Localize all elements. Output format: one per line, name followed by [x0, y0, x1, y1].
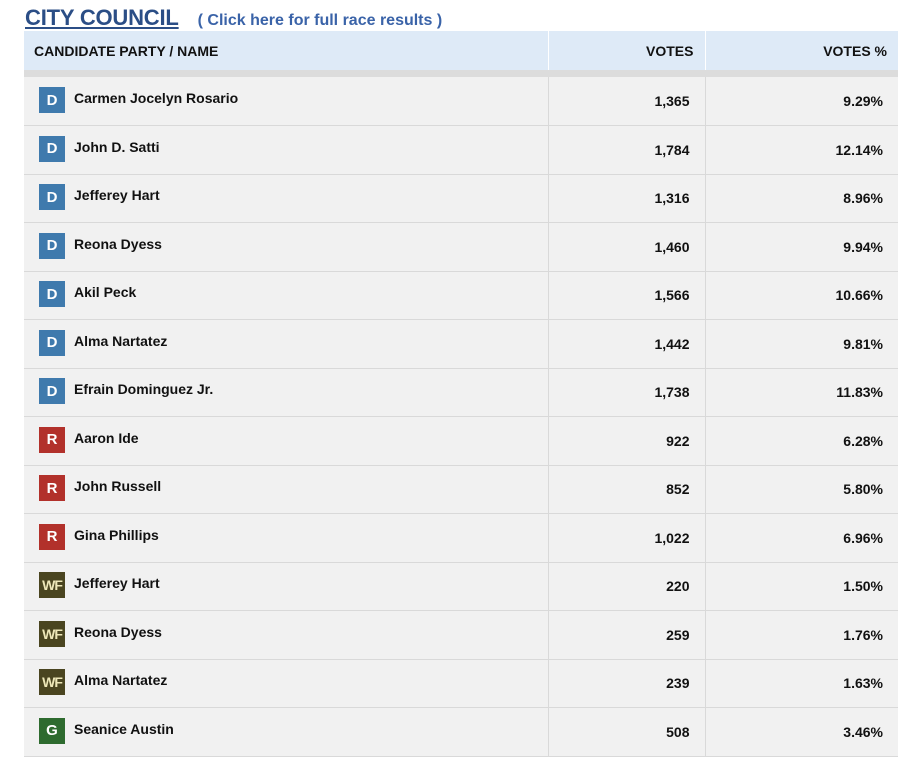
- candidate-name-cell: D Alma Nartatez: [24, 319, 549, 369]
- votes-cell: 1,566: [548, 271, 706, 320]
- votes-pct-cell: 9.94%: [705, 222, 898, 272]
- candidate-name: Reona Dyess: [74, 235, 162, 252]
- party-badge: R: [39, 523, 65, 550]
- party-badge: WF: [39, 572, 65, 599]
- candidate-name: Efrain Dominguez Jr.: [74, 381, 214, 398]
- votes-cell: 1,022: [548, 513, 706, 563]
- results-body: D Carmen Jocelyn Rosario 1,365 9.29% D John D…: [24, 70, 898, 757]
- votes-pct-cell: 6.96%: [705, 513, 898, 563]
- candidate-name: John D. Satti: [74, 138, 160, 155]
- column-header-pct: VOTES %: [705, 31, 898, 70]
- candidate-name-cell: D Efrain Dominguez Jr.: [24, 368, 549, 417]
- votes-pct-cell: 10.66%: [705, 271, 898, 320]
- votes-pct-cell: 6.28%: [705, 416, 898, 466]
- header-divider: [24, 70, 898, 77]
- table-header-row: CANDIDATE PARTY / NAME VOTES VOTES %: [24, 31, 898, 70]
- votes-pct-cell: 1.50%: [705, 562, 898, 611]
- table-row: D Jefferey Hart 1,316 8.96%: [24, 174, 898, 223]
- votes-cell: 1,316: [548, 174, 706, 223]
- candidate-name: Seanice Austin: [74, 720, 174, 737]
- votes-pct-cell: 1.76%: [705, 610, 898, 660]
- votes-cell: 1,442: [548, 319, 706, 369]
- table-row: R Aaron Ide 922 6.28%: [24, 416, 898, 466]
- party-badge: R: [39, 475, 65, 502]
- full-results-link[interactable]: ( Click here for full race results ): [198, 12, 443, 30]
- table-row: D Reona Dyess 1,460 9.94%: [24, 222, 898, 272]
- party-badge: D: [39, 378, 65, 405]
- votes-cell: 1,784: [548, 125, 706, 175]
- votes-cell: 852: [548, 465, 706, 514]
- votes-cell: 1,738: [548, 368, 706, 417]
- race-header: CITY COUNCIL ( Click here for full race …: [25, 5, 442, 31]
- candidate-name-cell: R John Russell: [24, 465, 549, 514]
- candidate-name-cell: D Reona Dyess: [24, 222, 549, 272]
- party-badge: WF: [39, 669, 65, 696]
- party-badge: D: [39, 135, 65, 162]
- party-badge: R: [39, 426, 65, 453]
- candidate-name-cell: R Aaron Ide: [24, 416, 549, 466]
- votes-cell: 1,460: [548, 222, 706, 272]
- party-badge: D: [39, 184, 65, 211]
- candidate-name-cell: D Akil Peck: [24, 271, 549, 320]
- votes-cell: 922: [548, 416, 706, 466]
- party-badge: D: [39, 232, 65, 259]
- table-row: WF Jefferey Hart 220 1.50%: [24, 562, 898, 611]
- votes-cell: 259: [548, 610, 706, 660]
- race-title-link[interactable]: CITY COUNCIL: [25, 5, 179, 31]
- party-badge: WF: [39, 620, 65, 647]
- candidate-name: Jefferey Hart: [74, 187, 160, 204]
- candidate-name: Alma Nartatez: [74, 672, 168, 689]
- table-row: R John Russell 852 5.80%: [24, 465, 898, 514]
- table-row: R Gina Phillips 1,022 6.96%: [24, 513, 898, 563]
- votes-pct-cell: 1.63%: [705, 659, 898, 708]
- column-header-name: CANDIDATE PARTY / NAME: [24, 31, 549, 70]
- results-table: CANDIDATE PARTY / NAME VOTES VOTES % D Ca…: [24, 31, 898, 757]
- candidate-name: Akil Peck: [74, 284, 137, 301]
- votes-pct-cell: 8.96%: [705, 174, 898, 223]
- party-badge: D: [39, 281, 65, 308]
- party-badge: D: [39, 87, 65, 113]
- candidate-name-cell: R Gina Phillips: [24, 513, 549, 563]
- candidate-name: John Russell: [74, 478, 162, 495]
- votes-pct-cell: 9.29%: [705, 77, 898, 126]
- candidate-name-cell: WF Jefferey Hart: [24, 562, 549, 611]
- candidate-name: Jefferey Hart: [74, 575, 160, 592]
- table-row: G Seanice Austin 508 3.46%: [24, 707, 898, 757]
- party-badge: D: [39, 329, 65, 356]
- votes-pct-cell: 12.14%: [705, 125, 898, 175]
- votes-pct-cell: 3.46%: [705, 707, 898, 757]
- candidate-name-cell: D Carmen Jocelyn Rosario: [24, 77, 549, 126]
- candidate-name-cell: D John D. Satti: [24, 125, 549, 175]
- table-row: D Alma Nartatez 1,442 9.81%: [24, 319, 898, 369]
- candidate-name: Aaron Ide: [74, 429, 139, 446]
- column-header-votes: VOTES: [548, 31, 706, 70]
- candidate-name-cell: WF Reona Dyess: [24, 610, 549, 660]
- table-row: D John D. Satti 1,784 12.14%: [24, 125, 898, 175]
- votes-pct-cell: 9.81%: [705, 319, 898, 369]
- candidate-name: Carmen Jocelyn Rosario: [74, 90, 239, 106]
- votes-cell: 1,365: [548, 77, 706, 126]
- table-row: WF Reona Dyess 259 1.76%: [24, 610, 898, 660]
- votes-pct-cell: 11.83%: [705, 368, 898, 417]
- table-row: D Efrain Dominguez Jr. 1,738 11.83%: [24, 368, 898, 417]
- candidate-name: Alma Nartatez: [74, 332, 168, 349]
- votes-cell: 239: [548, 659, 706, 708]
- table-row: WF Alma Nartatez 239 1.63%: [24, 659, 898, 708]
- votes-pct-cell: 5.80%: [705, 465, 898, 514]
- candidate-name: Gina Phillips: [74, 526, 159, 543]
- votes-cell: 220: [548, 562, 706, 611]
- table-row: D Akil Peck 1,566 10.66%: [24, 271, 898, 320]
- candidate-name-cell: WF Alma Nartatez: [24, 659, 549, 708]
- party-badge: G: [39, 717, 65, 744]
- candidate-name-cell: D Jefferey Hart: [24, 174, 549, 223]
- candidate-name: Reona Dyess: [74, 623, 162, 640]
- candidate-name-cell: G Seanice Austin: [24, 707, 549, 757]
- table-row: D Carmen Jocelyn Rosario 1,365 9.29%: [24, 77, 898, 126]
- votes-cell: 508: [548, 707, 706, 757]
